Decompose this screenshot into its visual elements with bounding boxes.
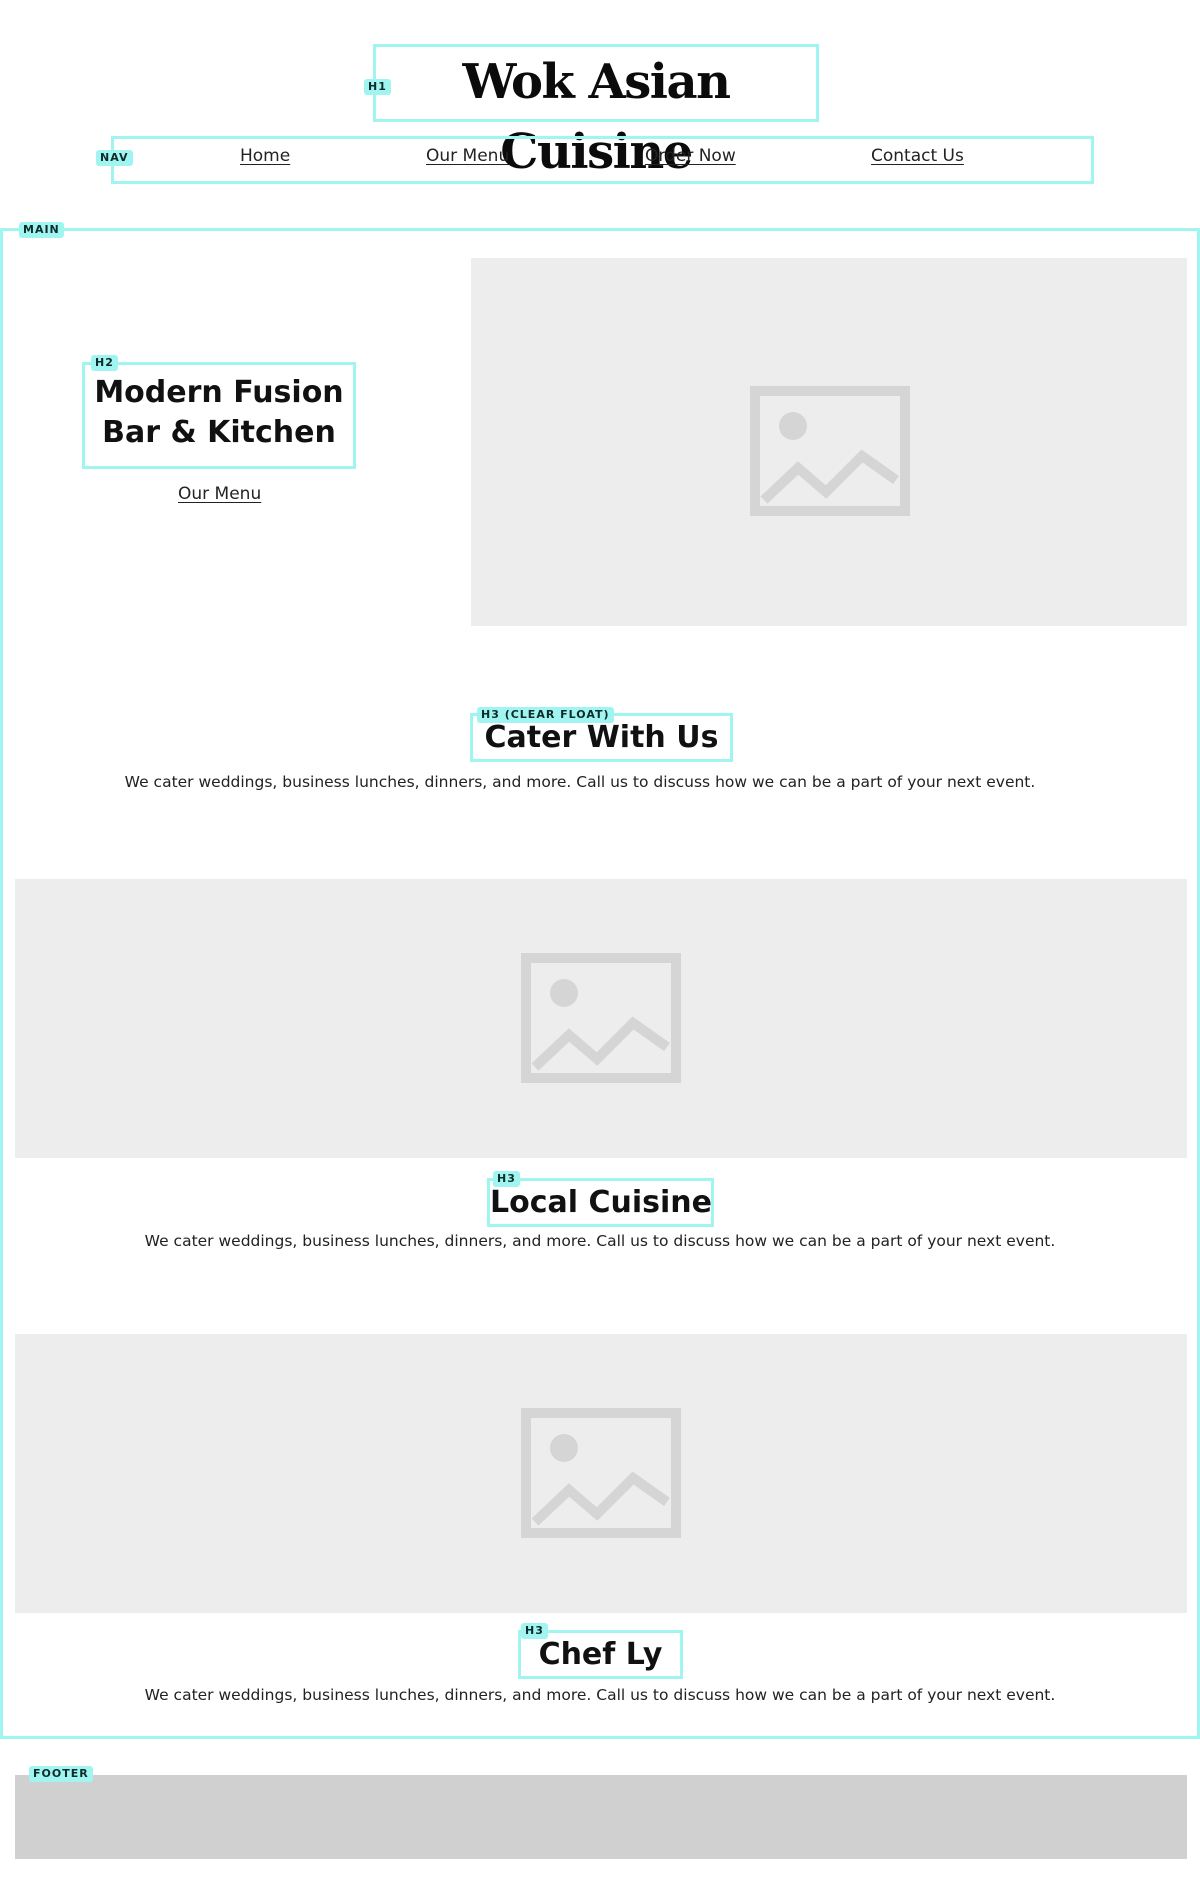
- h3-clear-float-tag: H3 (CLEAR FLOAT): [477, 707, 614, 723]
- chef-text: We cater weddings, business lunches, din…: [144, 1686, 1056, 1704]
- nav-link-order-now[interactable]: Order Now: [645, 146, 736, 166]
- h1-tag: H1: [364, 79, 391, 95]
- h3-tag: H3: [493, 1171, 520, 1187]
- nav-tag: NAV: [96, 150, 133, 166]
- site-title-box: Wok Asian Cuisine: [373, 44, 819, 180]
- hero-heading-line1: Modern Fusion: [94, 375, 344, 410]
- site-footer: [15, 1775, 1187, 1859]
- chef-heading: Chef Ly: [538, 1637, 663, 1672]
- local-cuisine-heading-box: Local Cuisine: [487, 1178, 714, 1227]
- main-tag: MAIN: [19, 222, 64, 238]
- image-placeholder-icon: [750, 386, 910, 516]
- nav-link-our-menu[interactable]: Our Menu: [426, 146, 509, 166]
- cater-heading: Cater With Us: [484, 720, 719, 755]
- local-cuisine-text: We cater weddings, business lunches, din…: [144, 1232, 1056, 1250]
- hero-heading-box: Modern Fusion Bar & Kitchen: [82, 362, 356, 469]
- local-cuisine-image: [15, 879, 1187, 1158]
- hero-image: [471, 258, 1187, 626]
- h3-tag: H3: [521, 1623, 548, 1639]
- image-placeholder-icon: [521, 1408, 681, 1538]
- image-placeholder-icon: [521, 953, 681, 1083]
- cater-text: We cater weddings, business lunches, din…: [124, 773, 1036, 791]
- footer-tag: FOOTER: [29, 1766, 93, 1782]
- chef-image: [15, 1334, 1187, 1613]
- local-cuisine-heading: Local Cuisine: [490, 1185, 712, 1220]
- hero-menu-link[interactable]: Our Menu: [178, 484, 261, 504]
- nav-link-home[interactable]: Home: [240, 146, 290, 166]
- hero-heading-line2: Bar & Kitchen: [102, 415, 336, 450]
- nav-link-contact-us[interactable]: Contact Us: [871, 146, 964, 166]
- h2-tag: H2: [91, 355, 118, 371]
